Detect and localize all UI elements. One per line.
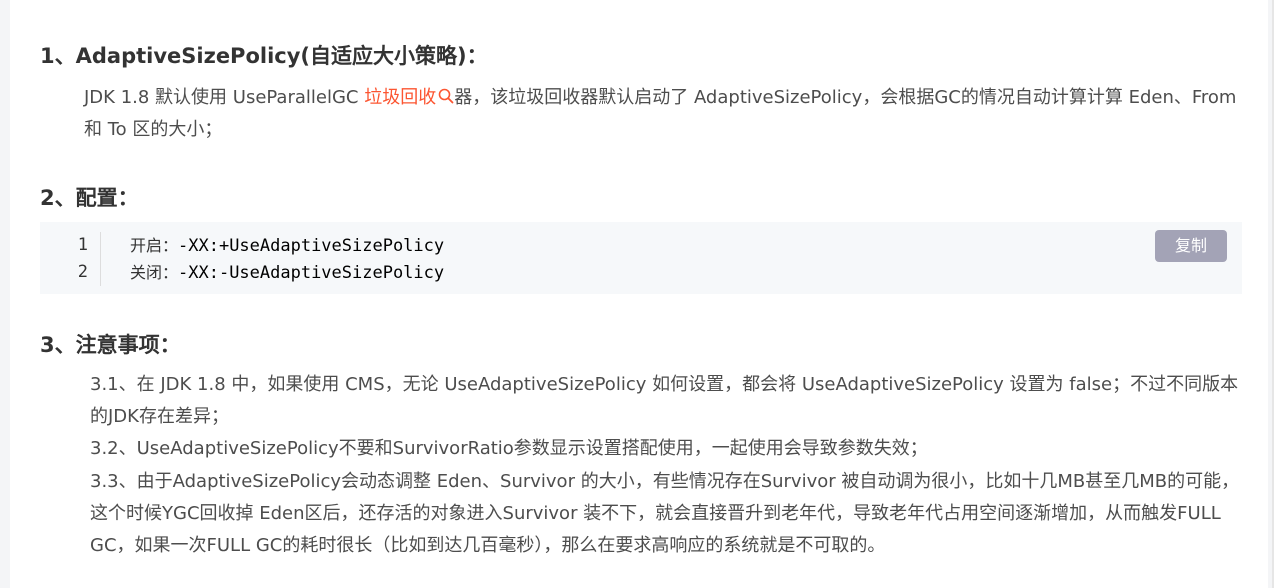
search-icon [438,88,454,104]
note-item: 3.1、在 JDK 1.8 中，如果使用 CMS，无论 UseAdaptiveS… [90,374,1239,427]
note-item: 3.3、由于AdaptiveSizePolicy会动态调整 Eden、Survi… [90,471,1240,556]
line-number: 2 [77,262,88,282]
keyword-link[interactable]: 垃圾回收 [364,87,454,108]
section-1-paragraph: JDK 1.8 默认使用 UseParallelGC 垃圾回收 器，该垃圾回收器默… [40,82,1244,146]
code-line-code: -XX:-UseAdaptiveSizePolicy [178,263,445,283]
code-line-label: 关闭： [130,263,179,282]
section-heading-3: 3、注意事项： [40,333,181,357]
keyword-link-text: 垃圾回收 [364,87,437,108]
article-card: 1、AdaptiveSizePolicy(自适应大小策略)： JDK 1.8 默… [10,0,1268,588]
line-number-gutter: 1 2 [40,232,101,286]
code-line-label: 开启： [130,236,179,255]
line-number: 1 [77,235,88,255]
section-heading-2: 2、配置： [40,186,139,210]
copy-button[interactable]: 复制 [1155,230,1227,262]
paragraph-text-before: JDK 1.8 默认使用 UseParallelGC [84,87,365,108]
code-block: 1 2 开启：-XX:+UseAdaptiveSizePolicy 关闭：-XX… [40,222,1242,294]
note-item: 3.2、UseAdaptiveSizePolicy不要和SurvivorRati… [90,438,928,459]
section-heading-1: 1、AdaptiveSizePolicy(自适应大小策略)： [40,44,488,68]
code-line: 开启：-XX:+UseAdaptiveSizePolicy [130,232,444,260]
code-line-code: -XX:+UseAdaptiveSizePolicy [178,236,445,256]
code-line: 关闭：-XX:-UseAdaptiveSizePolicy [130,259,444,287]
